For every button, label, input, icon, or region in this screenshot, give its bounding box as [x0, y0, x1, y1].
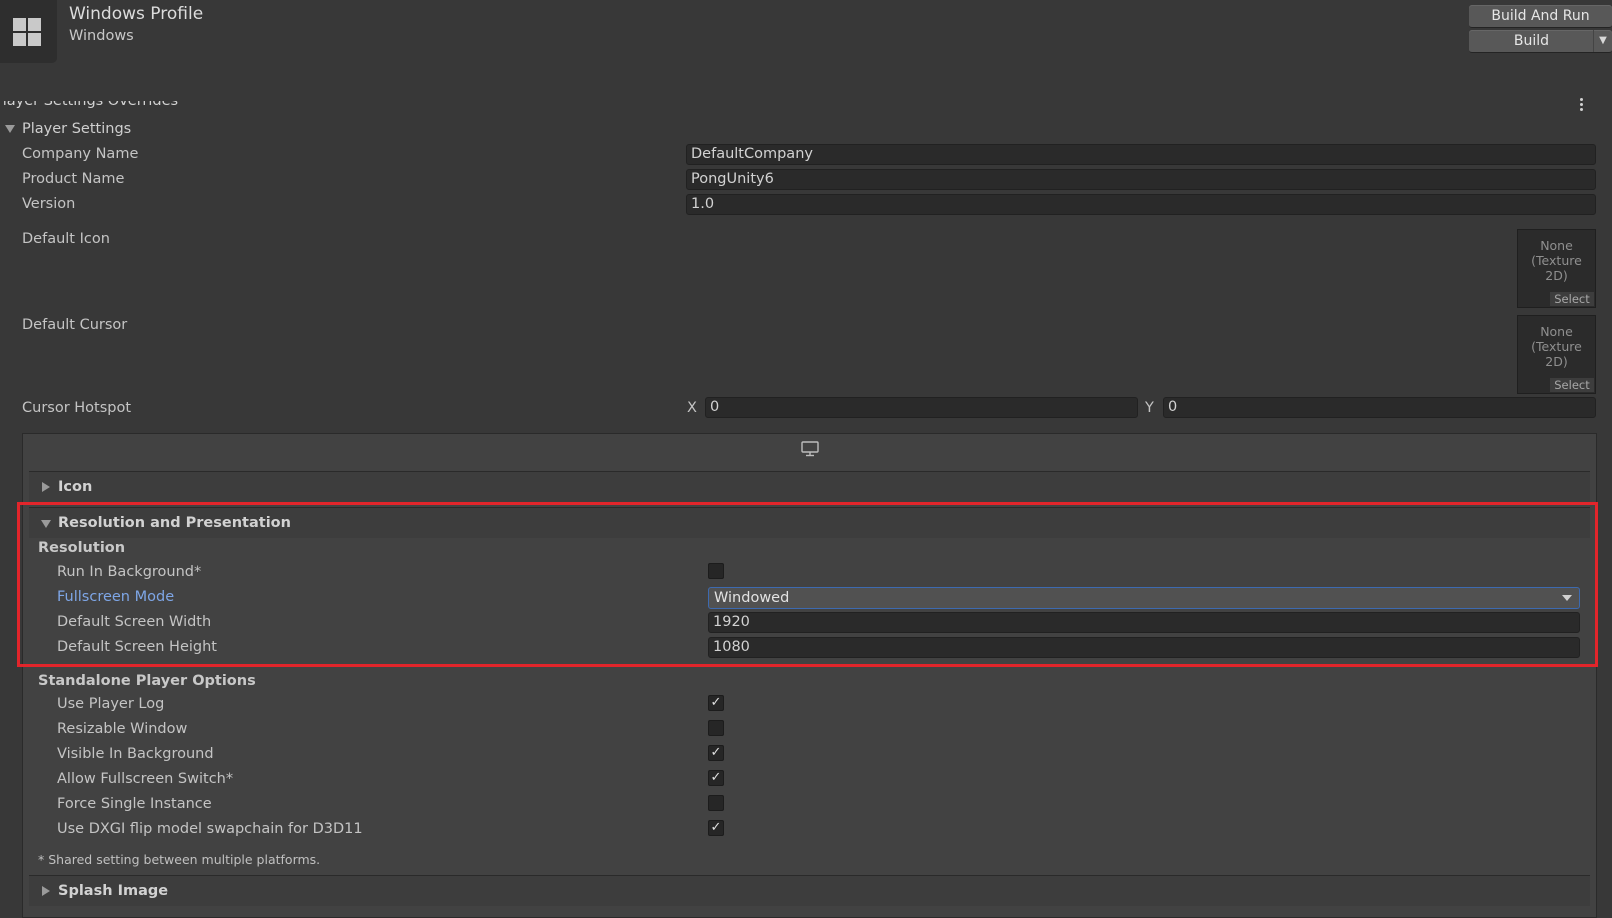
icon-section-header[interactable] — [29, 471, 1590, 502]
player-settings-foldout[interactable]: Player Settings — [22, 120, 131, 138]
platform-settings-panel — [22, 433, 1597, 918]
fullscreen-mode-dropdown[interactable]: Windowed — [708, 587, 1580, 609]
texture-none-text: None — [1540, 238, 1573, 253]
checkmark-icon: ✓ — [710, 745, 722, 760]
default-icon-texture-field[interactable]: None (Texture 2D) Select — [1517, 229, 1596, 308]
fullscreen-mode-value: Windowed — [714, 590, 790, 606]
resizable-window-checkbox[interactable] — [708, 720, 724, 736]
splash-image-section-header[interactable] — [29, 875, 1590, 906]
use-dxgi-flip-model-checkbox[interactable]: ✓ — [708, 820, 724, 836]
default-screen-width-field[interactable]: 1920 — [708, 612, 1580, 633]
default-screen-height-field[interactable]: 1080 — [708, 637, 1580, 658]
run-in-background-checkbox[interactable] — [708, 563, 724, 579]
product-name-label: Product Name — [22, 171, 125, 187]
fullscreen-mode-label: Fullscreen Mode — [57, 589, 175, 605]
allow-fullscreen-switch-checkbox[interactable]: ✓ — [708, 770, 724, 786]
use-player-log-label: Use Player Log — [57, 696, 165, 712]
cursor-hotspot-label: Cursor Hotspot — [22, 400, 132, 416]
checkmark-icon: ✓ — [710, 820, 722, 835]
profile-platform: Windows — [69, 28, 134, 44]
texture-type-text: (Texture 2D) — [1531, 339, 1582, 369]
build-button[interactable]: Build ▼ — [1469, 30, 1612, 53]
hotspot-x-field[interactable]: 0 — [705, 397, 1138, 418]
default-screen-height-label: Default Screen Height — [57, 639, 217, 655]
windows-logo-icon — [0, 0, 57, 63]
foldout-arrow-icon[interactable] — [5, 125, 15, 133]
foldout-arrow-icon[interactable] — [42, 886, 50, 896]
hotspot-y-label: Y — [1145, 400, 1154, 416]
default-cursor-texture-field[interactable]: None (Texture 2D) Select — [1517, 315, 1596, 394]
shared-setting-note: * Shared setting between multiple platfo… — [38, 852, 321, 867]
player-settings-overrides-label: Player Settings Overrides — [0, 93, 179, 109]
run-in-background-label: Run In Background* — [57, 564, 202, 580]
dropdown-arrow-icon — [1562, 595, 1572, 601]
build-and-run-button[interactable]: Build And Run — [1469, 5, 1612, 28]
foldout-arrow-icon[interactable] — [41, 520, 51, 528]
texture-none-text: None — [1540, 324, 1573, 339]
resizable-window-label: Resizable Window — [57, 721, 188, 737]
force-single-instance-checkbox[interactable] — [708, 795, 724, 811]
version-label: Version — [22, 196, 76, 212]
default-screen-width-label: Default Screen Width — [57, 614, 212, 630]
company-name-field[interactable]: DefaultCompany — [686, 144, 1596, 165]
icon-section-title[interactable]: Icon — [58, 478, 92, 496]
resolution-section-title[interactable]: Resolution and Presentation — [58, 514, 291, 532]
resolution-heading: Resolution — [38, 540, 126, 556]
kebab-menu-icon[interactable] — [1580, 98, 1584, 112]
default-cursor-label: Default Cursor — [22, 317, 128, 333]
version-field[interactable]: 1.0 — [686, 194, 1596, 215]
profile-title: Windows Profile — [69, 4, 204, 24]
splash-image-section-title[interactable]: Splash Image — [58, 882, 168, 900]
monitor-icon[interactable] — [800, 440, 820, 458]
texture-type-text: (Texture 2D) — [1531, 253, 1582, 283]
checkmark-icon: ✓ — [710, 770, 722, 785]
visible-in-background-checkbox[interactable]: ✓ — [708, 745, 724, 761]
use-player-log-checkbox[interactable]: ✓ — [708, 695, 724, 711]
build-label: Build — [1513, 33, 1550, 49]
foldout-arrow-icon[interactable] — [42, 482, 50, 492]
hotspot-x-label: X — [687, 400, 697, 416]
force-single-instance-label: Force Single Instance — [57, 796, 212, 812]
build-and-run-label: Build And Run — [1491, 8, 1590, 24]
standalone-player-options-heading: Standalone Player Options — [38, 673, 256, 689]
default-icon-select-button[interactable]: Select — [1550, 292, 1594, 306]
allow-fullscreen-switch-label: Allow Fullscreen Switch* — [57, 771, 234, 787]
visible-in-background-label: Visible In Background — [57, 746, 214, 762]
use-dxgi-flip-model-label: Use DXGI flip model swapchain for D3D11 — [57, 821, 363, 837]
build-options-dropdown-icon[interactable]: ▼ — [1593, 30, 1612, 52]
product-name-field[interactable]: PongUnity6 — [686, 169, 1596, 190]
default-cursor-select-button[interactable]: Select — [1550, 378, 1594, 392]
default-icon-label: Default Icon — [22, 231, 110, 247]
checkmark-icon: ✓ — [710, 695, 722, 710]
hotspot-y-field[interactable]: 0 — [1163, 397, 1596, 418]
company-name-label: Company Name — [22, 146, 139, 162]
